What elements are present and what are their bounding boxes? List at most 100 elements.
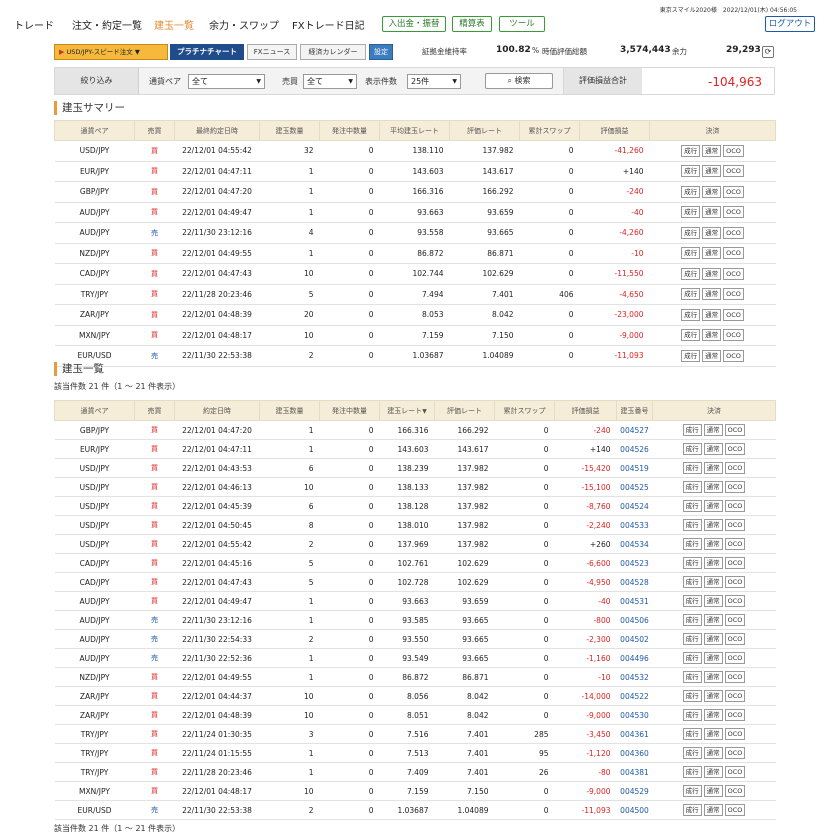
position-id-cell[interactable]: 004527 <box>616 420 653 440</box>
normal-settle-button[interactable]: 通常 <box>703 557 723 569</box>
position-id-cell[interactable]: 004534 <box>616 534 653 554</box>
normal-settle-button[interactable]: 通常 <box>703 614 723 626</box>
market-settle-button[interactable]: 成行 <box>682 671 702 683</box>
table-row[interactable]: TRY/JPY 買 22/11/24 01:30:35 3 0 7.516 7.401 285… <box>54 724 776 744</box>
oco-settle-button[interactable]: OCO <box>724 785 746 797</box>
table-row[interactable]: AUD/JPY 売 22/11/30 22:54:33 2 0 93.550 93.665 0… <box>54 629 776 649</box>
market-settle-button[interactable]: 成行 <box>682 709 702 721</box>
fx-news-button[interactable]: FXニュース <box>247 44 297 60</box>
table-row[interactable]: TRY/JPY 買 22/11/28 20:23:46 5 0 7.494 7.401 406… <box>54 284 776 305</box>
normal-settle-button[interactable]: 通常 <box>702 206 722 219</box>
position-id-cell[interactable]: 004522 <box>616 686 653 706</box>
position-id-cell[interactable]: 004529 <box>616 781 653 801</box>
calendar-button[interactable]: 経済カレンダー <box>300 44 366 60</box>
market-settle-button[interactable]: 成行 <box>682 652 702 664</box>
position-id-cell[interactable]: 004525 <box>616 477 653 497</box>
market-settle-button[interactable]: 成行 <box>682 785 702 797</box>
oco-settle-button[interactable]: OCO <box>724 462 746 474</box>
position-id-cell[interactable]: 004530 <box>616 705 653 725</box>
table-row[interactable]: AUD/JPY 売 22/11/30 22:52:36 1 0 93.549 93.665 0… <box>54 648 776 668</box>
market-settle-button[interactable]: 成行 <box>682 538 702 550</box>
normal-settle-button[interactable]: 通常 <box>703 728 723 740</box>
market-settle-button[interactable]: 成行 <box>682 443 702 455</box>
table-row[interactable]: NZD/JPY 買 22/12/01 04:49:55 1 0 86.872 86.871 0… <box>54 243 776 264</box>
normal-settle-button[interactable]: 通常 <box>703 709 723 721</box>
market-settle-button[interactable]: 成行 <box>681 185 701 198</box>
market-settle-button[interactable]: 成行 <box>681 144 701 157</box>
oco-settle-button[interactable]: OCO <box>724 766 746 778</box>
oco-settle-button[interactable]: OCO <box>724 747 746 759</box>
normal-settle-button[interactable]: 通常 <box>703 519 723 531</box>
nav-positions[interactable]: 建玉一覧 <box>154 17 194 32</box>
table-row[interactable]: GBP/JPY 買 22/12/01 04:47:20 1 0 166.316 166.29… <box>54 420 776 440</box>
oco-settle-button[interactable]: OCO <box>724 804 746 816</box>
table-row[interactable]: USD/JPY 買 22/12/01 04:46:13 10 0 138.133 137.9… <box>54 477 776 497</box>
position-id-cell[interactable]: 004496 <box>616 648 653 668</box>
oco-settle-button[interactable]: OCO <box>724 652 746 664</box>
normal-settle-button[interactable]: 通常 <box>703 671 723 683</box>
normal-settle-button[interactable]: 通常 <box>703 690 723 702</box>
table-row[interactable]: AUD/JPY 買 22/12/01 04:49:47 1 0 93.663 93.659 0… <box>54 202 776 223</box>
position-id-cell[interactable]: 004361 <box>616 724 653 744</box>
oco-settle-button[interactable]: OCO <box>724 481 746 493</box>
market-settle-button[interactable]: 成行 <box>682 424 702 436</box>
normal-settle-button[interactable]: 通常 <box>703 804 723 816</box>
normal-settle-button[interactable]: 通常 <box>702 165 722 178</box>
market-settle-button[interactable]: 成行 <box>682 614 702 626</box>
oco-settle-button[interactable]: OCO <box>724 728 746 740</box>
market-settle-button[interactable]: 成行 <box>682 481 702 493</box>
tools-button[interactable]: ツール <box>499 16 545 32</box>
normal-settle-button[interactable]: 通常 <box>703 424 723 436</box>
oco-settle-button[interactable]: OCO <box>724 443 746 455</box>
settlement-button[interactable]: 精算表 <box>452 16 492 32</box>
normal-settle-button[interactable]: 通常 <box>702 185 722 198</box>
normal-settle-button[interactable]: 通常 <box>702 247 722 260</box>
normal-settle-button[interactable]: 通常 <box>703 633 723 645</box>
normal-settle-button[interactable]: 通常 <box>703 785 723 797</box>
normal-settle-button[interactable]: 通常 <box>702 349 722 362</box>
oco-settle-button[interactable]: OCO <box>724 500 746 512</box>
market-settle-button[interactable]: 成行 <box>682 595 702 607</box>
nav-trade[interactable]: トレード <box>14 17 54 32</box>
position-id-cell[interactable]: 004531 <box>616 591 653 611</box>
table-row[interactable]: EUR/USD 売 22/11/30 22:53:38 2 0 1.03687 1.0408… <box>54 345 776 367</box>
position-id-cell[interactable]: 004360 <box>616 743 653 763</box>
oco-settle-button[interactable]: OCO <box>724 538 746 550</box>
oco-settle-button[interactable]: OCO <box>724 671 746 683</box>
market-settle-button[interactable]: 成行 <box>682 576 702 588</box>
table-row[interactable]: AUD/JPY 売 22/11/30 23:12:16 1 0 93.585 93.665 0… <box>54 610 776 630</box>
refresh-icon[interactable]: ⟳ <box>762 46 774 58</box>
oco-settle-button[interactable]: OCO <box>724 595 746 607</box>
oco-settle-button[interactable]: OCO <box>723 349 744 362</box>
logout-button[interactable]: ログアウト <box>765 16 815 32</box>
platinum-chart-button[interactable]: プラチナチャート <box>170 44 244 60</box>
position-id-cell[interactable]: 004506 <box>616 610 653 630</box>
market-settle-button[interactable]: 成行 <box>681 267 701 280</box>
market-settle-button[interactable]: 成行 <box>682 557 702 569</box>
normal-settle-button[interactable]: 通常 <box>703 538 723 550</box>
oco-settle-button[interactable]: OCO <box>723 329 744 342</box>
nav-margin-swap[interactable]: 余力・スワップ <box>209 17 279 32</box>
table-row[interactable]: CAD/JPY 買 22/12/01 04:45:16 5 0 102.761 102.62… <box>54 553 776 573</box>
table-row[interactable]: TRY/JPY 買 22/11/24 01:15:55 1 0 7.513 7.401 95-… <box>54 743 776 763</box>
market-settle-button[interactable]: 成行 <box>682 500 702 512</box>
oco-settle-button[interactable]: OCO <box>723 288 744 301</box>
market-settle-button[interactable]: 成行 <box>681 288 701 301</box>
oco-settle-button[interactable]: OCO <box>723 206 744 219</box>
normal-settle-button[interactable]: 通常 <box>702 267 722 280</box>
normal-settle-button[interactable]: 通常 <box>703 443 723 455</box>
position-id-cell[interactable]: 004524 <box>616 496 653 516</box>
oco-settle-button[interactable]: OCO <box>724 633 746 645</box>
oco-settle-button[interactable]: OCO <box>724 519 746 531</box>
search-button[interactable]: ⌕ 検索 <box>485 73 553 89</box>
position-id-cell[interactable]: 004533 <box>616 515 653 535</box>
nav-fx-diary[interactable]: FXトレード日記 <box>292 17 365 32</box>
table-row[interactable]: CAD/JPY 買 22/12/01 04:47:43 10 0 102.744 102.6… <box>54 263 776 285</box>
table-row[interactable]: TRY/JPY 買 22/11/28 20:23:46 1 0 7.409 7.401 26-… <box>54 762 776 782</box>
table-row[interactable]: ZAR/JPY 買 22/12/01 04:48:39 20 0 8.053 8.042 0-… <box>54 304 776 326</box>
normal-settle-button[interactable]: 通常 <box>703 766 723 778</box>
position-id-cell[interactable]: 004532 <box>616 667 653 687</box>
oco-settle-button[interactable]: OCO <box>724 709 746 721</box>
table-row[interactable]: CAD/JPY 買 22/12/01 04:47:43 5 0 102.728 102.62… <box>54 572 776 592</box>
market-settle-button[interactable]: 成行 <box>682 519 702 531</box>
